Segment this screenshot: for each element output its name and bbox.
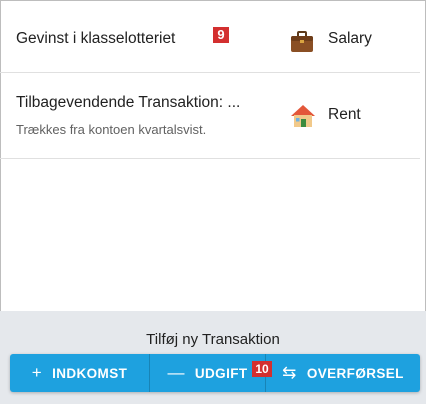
category-label: Rent [328,106,361,123]
transaction-subtitle: Trækkes fra kontoen kvartalsvist. [16,122,207,137]
add-income-label: INDKOMST [52,365,128,381]
transaction-title: Tilbagevendende Transaktion: ... [16,94,241,111]
house-icon [290,104,316,133]
add-transfer-label: OVERFØRSEL [306,365,404,381]
minus-icon: — [167,363,185,382]
transfer-arrows-icon: ⇆ [282,363,297,382]
category-label: Salary [328,30,372,47]
add-transaction-buttons: + INDKOMST — UDGIFT ⇆ OVERFØRSEL [10,354,420,392]
add-expense-button[interactable]: — UDGIFT [149,354,265,392]
plus-icon: + [31,363,43,382]
add-expense-label: UDGIFT [194,365,248,381]
index-badge: 9 [213,27,229,43]
add-transfer-button[interactable]: ⇆ OVERFØRSEL [265,354,420,392]
index-badge: 10 [252,361,272,377]
briefcase-icon [290,31,314,58]
transaction-title: Gevinst i klasselotteriet [16,30,176,47]
add-income-button[interactable]: + INDKOMST [10,354,149,392]
add-transaction-title: Tilføj ny Transaktion [146,331,280,348]
